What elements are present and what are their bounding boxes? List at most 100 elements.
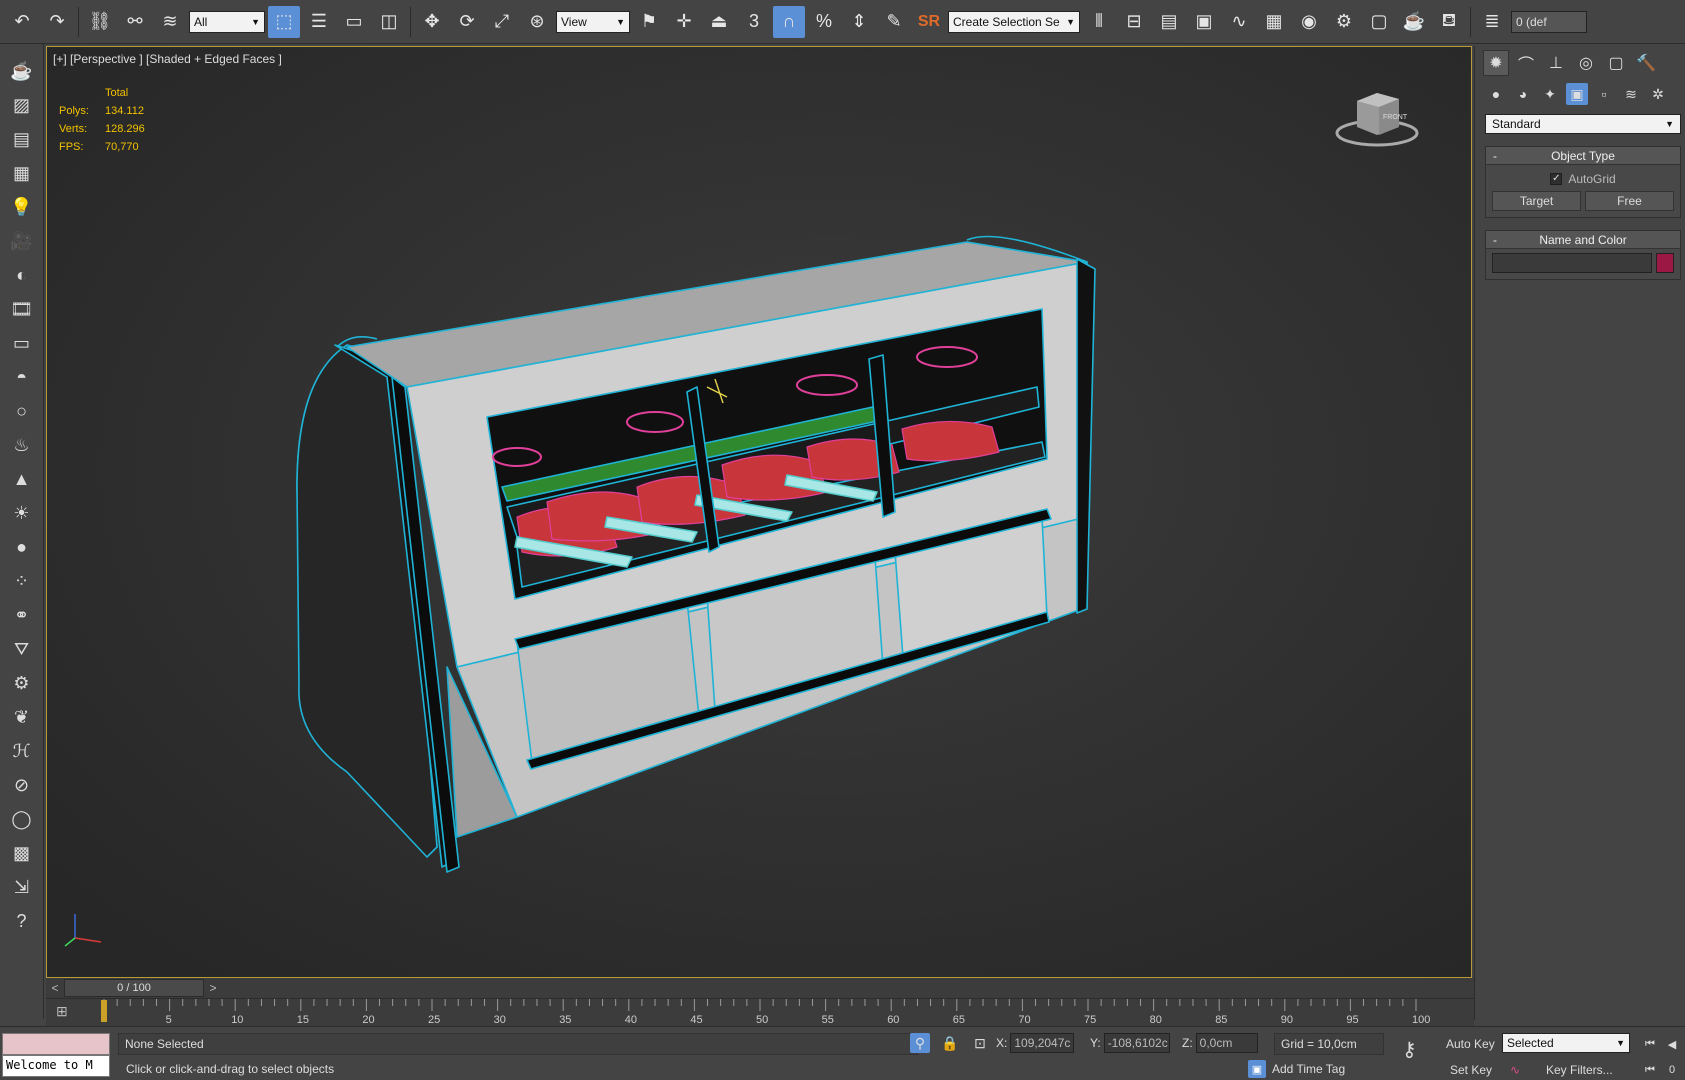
- geometry-icon[interactable]: ●: [1485, 83, 1507, 105]
- sr-label[interactable]: SR: [913, 6, 945, 38]
- systems-icon[interactable]: ✲: [1647, 83, 1669, 105]
- help-icon[interactable]: ?: [7, 908, 37, 934]
- utilities-tab-icon[interactable]: 🔨: [1633, 50, 1659, 76]
- toggle-ribbon-icon[interactable]: ▣: [1188, 6, 1220, 38]
- layer-explorer-icon[interactable]: ▤: [1153, 6, 1185, 38]
- y-field[interactable]: -108,6102c: [1103, 1033, 1170, 1053]
- schematic-view-icon[interactable]: ▦: [1258, 6, 1290, 38]
- sun-icon[interactable]: ☀: [7, 500, 37, 526]
- keyboard-shortcut-override-icon[interactable]: ⏏: [703, 6, 735, 38]
- scale-icon[interactable]: ⤢: [486, 6, 518, 38]
- lock-icon[interactable]: 🔒: [940, 1033, 960, 1053]
- free-button[interactable]: Free: [1585, 191, 1674, 211]
- calculator-icon[interactable]: ▩: [7, 840, 37, 866]
- maxscript-output[interactable]: [2, 1033, 110, 1055]
- plant-icon[interactable]: ❦: [7, 704, 37, 730]
- scene-canvas[interactable]: [47, 47, 1472, 978]
- pivot-center-icon[interactable]: ⚑: [633, 6, 665, 38]
- layer-manager-icon[interactable]: ≣: [1476, 6, 1508, 38]
- lights-icon[interactable]: ✦: [1539, 83, 1561, 105]
- reference-coordinate-dropdown[interactable]: View ▼: [556, 10, 630, 33]
- link-icon[interactable]: ⛓: [84, 6, 116, 38]
- mirror-icon[interactable]: ⫴: [1083, 6, 1115, 38]
- autogrid-checkbox[interactable]: ✓: [1550, 173, 1563, 185]
- render-production-icon[interactable]: ☕: [1398, 6, 1430, 38]
- select-manipulate-icon[interactable]: ✛: [668, 6, 700, 38]
- modify-tab-icon[interactable]: ⌒: [1513, 50, 1539, 76]
- gear-icon[interactable]: ⚙: [7, 670, 37, 696]
- viewport-label[interactable]: [+] [Perspective ] [Shaded + Edged Faces…: [53, 52, 282, 66]
- motion-tab-icon[interactable]: ◎: [1573, 50, 1599, 76]
- particles-icon[interactable]: ⁘: [7, 568, 37, 594]
- display-tab-icon[interactable]: ▢: [1603, 50, 1629, 76]
- teapot-icon[interactable]: ☕: [7, 58, 37, 84]
- collapse-icon[interactable]: -: [1486, 233, 1504, 247]
- go-to-start-icon[interactable]: ⏮: [1640, 1035, 1660, 1053]
- set-key-button[interactable]: Set Key: [1450, 1063, 1492, 1077]
- ox-icon[interactable]: ⊘: [7, 772, 37, 798]
- current-frame-marker[interactable]: [101, 1000, 107, 1022]
- previous-frame-button[interactable]: <: [46, 979, 64, 997]
- selection-filter-dropdown[interactable]: All ▼: [189, 10, 265, 33]
- curve-editor-icon[interactable]: ∿: [1223, 6, 1255, 38]
- grid-icon[interactable]: ▦: [7, 160, 37, 186]
- half-sphere-icon[interactable]: ◐: [7, 262, 37, 288]
- hierarchy-tab-icon[interactable]: ⊥: [1543, 50, 1569, 76]
- name-and-color-header[interactable]: - Name and Color: [1486, 231, 1680, 249]
- select-object-icon[interactable]: ⬚: [268, 5, 300, 38]
- camera-icon[interactable]: 🎥: [7, 228, 37, 254]
- time-slider[interactable]: 0 / 100: [64, 979, 204, 997]
- add-time-tag[interactable]: ▣ Add Time Tag: [1248, 1059, 1345, 1079]
- collapse-icon[interactable]: -: [1486, 149, 1504, 163]
- next-frame-button[interactable]: >: [204, 979, 222, 997]
- film-icon[interactable]: 🎞: [7, 296, 37, 322]
- viewcube[interactable]: FRONT: [1333, 81, 1423, 154]
- maxscript-listener[interactable]: Welcome to M: [2, 1033, 110, 1079]
- previous-key-icon[interactable]: ◀: [1662, 1035, 1682, 1053]
- hair-fur-icon[interactable]: ℋ: [7, 738, 37, 764]
- sphere-icon[interactable]: ○: [7, 398, 37, 424]
- current-layer-dropdown[interactable]: 0 (def: [1511, 10, 1587, 33]
- unlink-icon[interactable]: ⚯: [119, 6, 151, 38]
- z-field[interactable]: 0,0cm: [1195, 1033, 1258, 1053]
- auto-key-button[interactable]: Auto Key: [1446, 1037, 1495, 1051]
- frame-field-icon[interactable]: 0: [1662, 1061, 1682, 1079]
- basket-icon[interactable]: ♨: [7, 432, 37, 458]
- render-setup-icon[interactable]: ⚙: [1328, 6, 1360, 38]
- go-to-start-alt-icon[interactable]: ⏮: [1640, 1061, 1660, 1079]
- image-icon[interactable]: ▨: [7, 92, 37, 118]
- named-selection-set-dropdown[interactable]: Create Selection Se ▼: [948, 10, 1080, 33]
- maxscript-input[interactable]: Welcome to M: [2, 1055, 110, 1077]
- perspective-viewport[interactable]: [+] [Perspective ] [Shaded + Edged Faces…: [46, 46, 1472, 978]
- snaps-toggle-icon[interactable]: 3: [738, 6, 770, 38]
- dome-icon[interactable]: ◓: [7, 364, 37, 390]
- absolute-mode-icon[interactable]: ⊡: [970, 1033, 990, 1053]
- light-bulb-icon[interactable]: 💡: [7, 194, 37, 220]
- isolate-selection-icon[interactable]: ⚲: [910, 1033, 930, 1053]
- cameras-icon[interactable]: ▣: [1566, 83, 1588, 105]
- tripod-icon[interactable]: ⛛: [7, 636, 37, 662]
- object-category-dropdown[interactable]: Standard ▼: [1485, 114, 1681, 134]
- material-editor-icon[interactable]: ◉: [1293, 6, 1325, 38]
- undo-icon[interactable]: ↶: [6, 6, 38, 38]
- list-icon[interactable]: ▤: [7, 126, 37, 152]
- x-field[interactable]: 109,2047c: [1010, 1033, 1075, 1053]
- plane-icon[interactable]: ▭: [7, 330, 37, 356]
- shapes-icon[interactable]: ◕: [1512, 83, 1534, 105]
- autogrid-option[interactable]: ✓ AutoGrid: [1492, 169, 1674, 189]
- set-key-icon[interactable]: ⚷: [1402, 1037, 1417, 1062]
- track-ruler[interactable]: 5 10 15 20 25 30 35 40 45 50 55 60 65 70 75 80 85 90 95 100: [46, 999, 1474, 1027]
- select-by-name-icon[interactable]: ☰: [303, 6, 335, 38]
- globe-icon[interactable]: ◯: [7, 806, 37, 832]
- key-filters-button[interactable]: Key Filters...: [1546, 1063, 1613, 1077]
- rectangular-selection-icon[interactable]: ▭: [338, 6, 370, 38]
- spinner-snap-icon[interactable]: ⇕: [843, 6, 875, 38]
- edit-named-selection-icon[interactable]: ✎: [878, 6, 910, 38]
- angle-snap-icon[interactable]: ∩: [773, 5, 805, 38]
- create-tab-icon[interactable]: ✹: [1483, 50, 1509, 76]
- window-crossing-icon[interactable]: ◫: [373, 6, 405, 38]
- cone-icon[interactable]: ▲: [7, 466, 37, 492]
- space-warps-icon[interactable]: ≋: [1620, 83, 1642, 105]
- bind-space-warp-icon[interactable]: ≋: [154, 6, 186, 38]
- helpers-icon[interactable]: ▫: [1593, 83, 1615, 105]
